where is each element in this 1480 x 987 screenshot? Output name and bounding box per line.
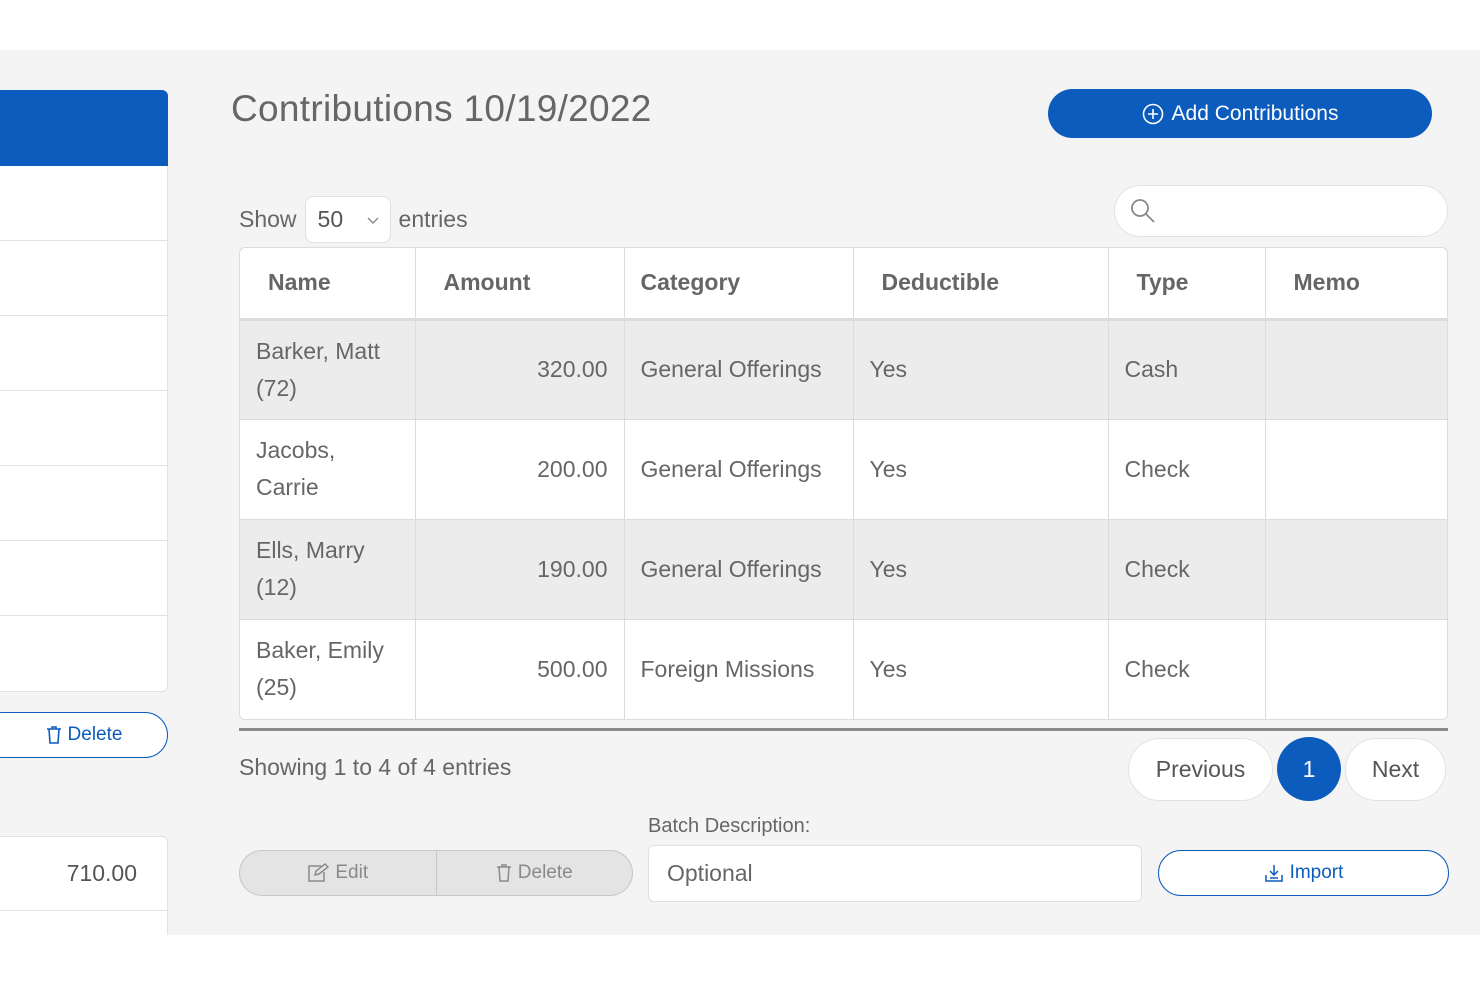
cell-amount: 500.00 xyxy=(415,619,625,719)
delete-label: Delete xyxy=(517,862,573,883)
cell-category: Foreign Missions xyxy=(624,619,854,719)
app-content: Delete 710.00 Contributions 10/19/2022 A… xyxy=(0,50,1480,935)
search-input[interactable] xyxy=(1114,185,1448,237)
next-page-button[interactable]: Next xyxy=(1345,737,1446,801)
left-delete-label: Delete xyxy=(67,724,123,745)
cell-type: Check xyxy=(1108,419,1266,520)
add-contributions-label: Add Contributions xyxy=(1171,101,1339,125)
column-header-deductible[interactable]: Deductible xyxy=(853,248,1109,321)
batch-list-item[interactable] xyxy=(0,391,167,466)
column-header-amount[interactable]: Amount xyxy=(415,248,625,321)
contributions-table: Name Amount Category Deductible Type Mem… xyxy=(239,247,1448,720)
cell-deductible: Yes xyxy=(853,519,1109,620)
cell-type: Cash xyxy=(1108,319,1266,420)
entries-label: entries xyxy=(398,206,468,232)
cell-type: Check xyxy=(1108,619,1266,719)
add-contributions-button[interactable]: Add Contributions xyxy=(1048,89,1432,138)
cell-name: Baker, Emily (25) xyxy=(240,619,416,719)
cell-memo xyxy=(1265,619,1447,719)
column-header-memo[interactable]: Memo xyxy=(1265,248,1447,321)
table-info: Showing 1 to 4 of 4 entries xyxy=(239,754,512,780)
edit-button[interactable]: Edit xyxy=(240,851,436,895)
table-row[interactable]: Baker, Emily (25) 500.00 Foreign Mission… xyxy=(240,619,1447,719)
cell-amount: 320.00 xyxy=(415,319,625,420)
column-header-type[interactable]: Type xyxy=(1108,248,1266,321)
cell-category: General Offerings xyxy=(624,419,854,520)
cell-name: Barker, Matt (72) xyxy=(240,319,416,420)
batch-list-item[interactable] xyxy=(0,541,167,616)
length-menu: Show 50 entries xyxy=(239,196,468,243)
cell-memo xyxy=(1265,519,1447,620)
batch-list-item[interactable] xyxy=(0,466,167,541)
cell-memo xyxy=(1265,419,1447,520)
cell-category: General Offerings xyxy=(624,519,854,620)
cell-deductible: Yes xyxy=(853,619,1109,719)
column-header-name[interactable]: Name xyxy=(240,248,416,321)
delete-button[interactable]: Delete xyxy=(435,851,633,895)
batch-list-panel xyxy=(0,90,168,692)
cell-memo xyxy=(1265,319,1447,420)
batch-total: 710.00 xyxy=(0,836,168,911)
table-row[interactable]: Jacobs, Carrie 200.00 General Offerings … xyxy=(240,419,1447,520)
column-header-category[interactable]: Category xyxy=(624,248,854,321)
cell-deductible: Yes xyxy=(853,319,1109,420)
page-title: Contributions 10/19/2022 xyxy=(231,88,652,129)
left-delete-button[interactable]: Delete xyxy=(0,712,168,758)
table-bottom-divider xyxy=(239,728,1448,731)
search-icon xyxy=(1129,197,1157,225)
page-1-button[interactable]: 1 xyxy=(1277,737,1341,801)
chevron-down-icon xyxy=(366,215,380,225)
cell-category: General Offerings xyxy=(624,319,854,420)
pagination: Previous 1 Next xyxy=(1128,737,1446,801)
cell-amount: 200.00 xyxy=(415,419,625,520)
plus-circle-icon xyxy=(1142,103,1164,125)
cell-amount: 190.00 xyxy=(415,519,625,620)
batch-description-input[interactable] xyxy=(648,845,1142,902)
table-row[interactable]: Barker, Matt (72) 320.00 General Offerin… xyxy=(240,319,1447,420)
cell-name: Ells, Marry (12) xyxy=(240,519,416,620)
import-label: Import xyxy=(1289,862,1344,883)
batch-total-value: 710.00 xyxy=(66,860,137,886)
batch-list-header-selected[interactable] xyxy=(0,90,168,166)
import-icon xyxy=(1264,863,1284,883)
batch-list-item[interactable] xyxy=(0,166,167,241)
table-row[interactable]: Ells, Marry (12) 190.00 General Offering… xyxy=(240,519,1447,620)
trash-icon xyxy=(496,863,512,883)
trash-icon xyxy=(46,725,62,745)
batch-list-item[interactable] xyxy=(0,316,167,391)
batch-total-next-row xyxy=(0,911,168,935)
edit-icon xyxy=(307,863,330,883)
batch-list-item[interactable] xyxy=(0,241,167,316)
table-header-row: Name Amount Category Deductible Type Mem… xyxy=(240,248,1447,321)
entries-select-value: 50 xyxy=(317,206,344,232)
cell-deductible: Yes xyxy=(853,419,1109,520)
batch-description-label: Batch Description: xyxy=(648,815,811,837)
cell-type: Check xyxy=(1108,519,1266,620)
show-label: Show xyxy=(239,206,297,232)
edit-label: Edit xyxy=(335,862,369,883)
import-button[interactable]: Import xyxy=(1158,850,1449,896)
cell-name: Jacobs, Carrie xyxy=(240,419,416,520)
entries-select[interactable]: 50 xyxy=(304,196,391,243)
batch-list-item[interactable] xyxy=(0,616,167,691)
batch-list xyxy=(0,166,168,692)
row-action-group: Edit Delete xyxy=(239,850,633,896)
previous-page-button[interactable]: Previous xyxy=(1128,737,1273,801)
